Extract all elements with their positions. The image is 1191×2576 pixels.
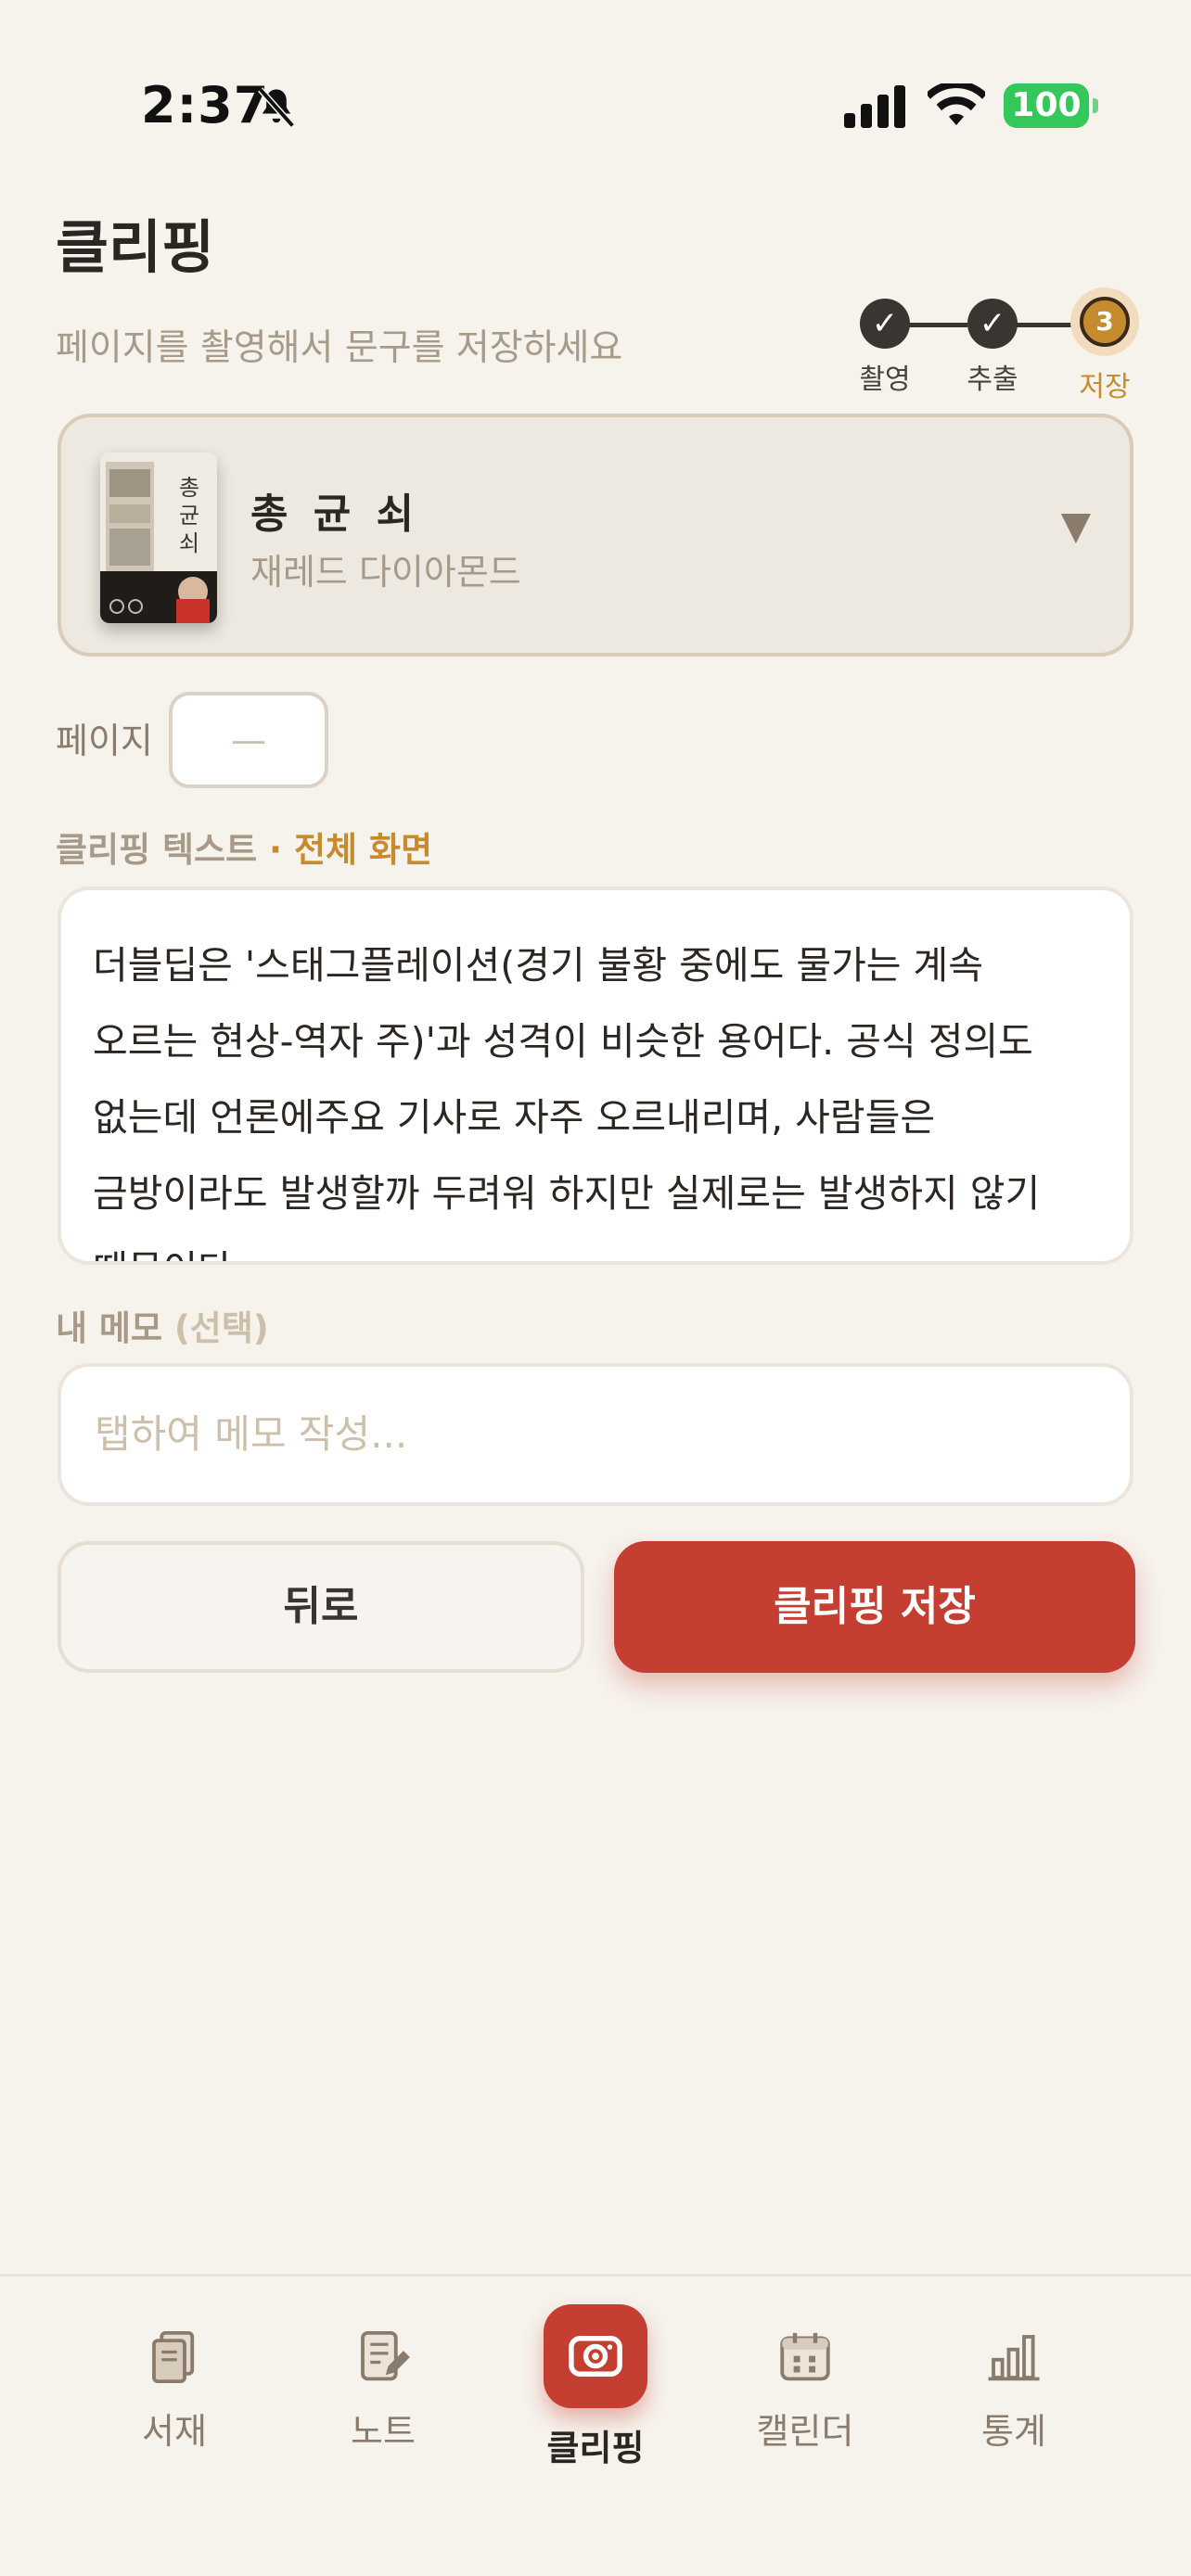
memo-input[interactable]: 탭하여 메모 작성... <box>58 1363 1133 1506</box>
save-clipping-button[interactable]: 클리핑 저장 <box>614 1541 1135 1673</box>
page-title: 클리핑 <box>56 213 215 281</box>
step-3-number: 3 <box>1080 297 1130 347</box>
tab-clipping-label: 클리핑 <box>546 2428 645 2468</box>
book-selector[interactable]: 총 균 쇠 총 균 쇠 재레드 다이아몬드 ▼ <box>58 414 1133 657</box>
step-3-active: 3 <box>1070 287 1139 356</box>
clipping-text: 더블딥은 '스태그플레이션(경기 불황 중에도 물가는 계속 오르는 현상-역자… <box>93 943 1041 1261</box>
back-button[interactable]: 뒤로 <box>58 1541 584 1673</box>
memo-title: 내 메모 <box>56 1308 163 1348</box>
camera-icon <box>569 2336 622 2377</box>
tab-calendar[interactable]: 캘린더 <box>703 2314 907 2454</box>
tab-calendar-label: 캘린더 <box>756 2411 854 2452</box>
calendar-icon <box>780 2332 830 2381</box>
cover-title-2: 균 <box>179 503 199 529</box>
step-2-label: 추출 <box>967 363 1018 396</box>
chevron-down-icon[interactable]: ▼ <box>1061 503 1091 548</box>
note-edit-icon <box>361 2330 410 2381</box>
tab-library[interactable]: 서재 <box>72 2314 276 2454</box>
page-subtitle: 페이지를 촬영해서 문구를 저장하세요 <box>56 327 623 369</box>
clipping-fab[interactable] <box>544 2304 647 2408</box>
step-connector <box>1012 323 1075 327</box>
step-1-label: 촬영 <box>859 363 911 396</box>
book-cover-art: 총 균 쇠 <box>100 453 217 623</box>
status-time: 2:37 <box>141 76 270 134</box>
page-number-label: 페이지 <box>56 721 153 761</box>
step-connector <box>904 323 967 327</box>
page-number-input[interactable]: — <box>169 692 328 788</box>
book-cover-image: 총 균 쇠 <box>100 453 217 623</box>
tab-stats-label: 통계 <box>981 2411 1046 2452</box>
clipping-text-area[interactable]: 더블딥은 '스태그플레이션(경기 불황 중에도 물가는 계속 오르는 현상-역자… <box>58 886 1133 1265</box>
bell-off-icon <box>258 87 295 128</box>
battery-indicator: 100 <box>1004 83 1098 128</box>
memo-optional-label: (선택) <box>162 1308 269 1348</box>
cover-title-3: 쇠 <box>179 530 199 556</box>
cellular-signal-icon <box>844 85 905 128</box>
clipping-text-title: 클리핑 텍스트 <box>56 830 258 870</box>
memo-label: 내 메모 (선택) <box>56 1300 269 1350</box>
tab-stats[interactable]: 통계 <box>912 2314 1116 2454</box>
step-3-label: 저장 <box>1079 371 1131 403</box>
cover-title-1: 총 <box>179 475 199 501</box>
bar-chart-icon <box>988 2335 1040 2381</box>
step-2-done-icon: ✓ <box>967 299 1018 349</box>
bottom-tab-bar: 서재 노트 클리핑 캘린더 통계 <box>0 2274 1191 2576</box>
step-1-done-icon: ✓ <box>860 299 910 349</box>
tab-notes[interactable]: 노트 <box>281 2314 485 2454</box>
progress-stepper: ✓ ✓ 3 촬영 추출 저장 <box>858 287 1139 403</box>
tab-library-label: 서재 <box>142 2411 207 2452</box>
book-author: 재레드 다이아몬드 <box>250 552 521 593</box>
clipping-mode-label: · 전체 화면 <box>257 830 432 870</box>
clipping-screen: 2:37 100 클리핑 페이지를 촬영해서 문구를 저장하세요 ✓ ✓ 3 촬… <box>0 0 1191 2576</box>
tab-clipping[interactable]: 클리핑 <box>493 2304 698 2470</box>
library-icon <box>152 2330 195 2384</box>
wifi-icon <box>928 83 985 125</box>
book-title: 총 균 쇠 <box>250 491 420 538</box>
tab-notes-label: 노트 <box>351 2411 416 2452</box>
clipping-text-label: 클리핑 텍스트 · 전체 화면 <box>56 822 432 872</box>
